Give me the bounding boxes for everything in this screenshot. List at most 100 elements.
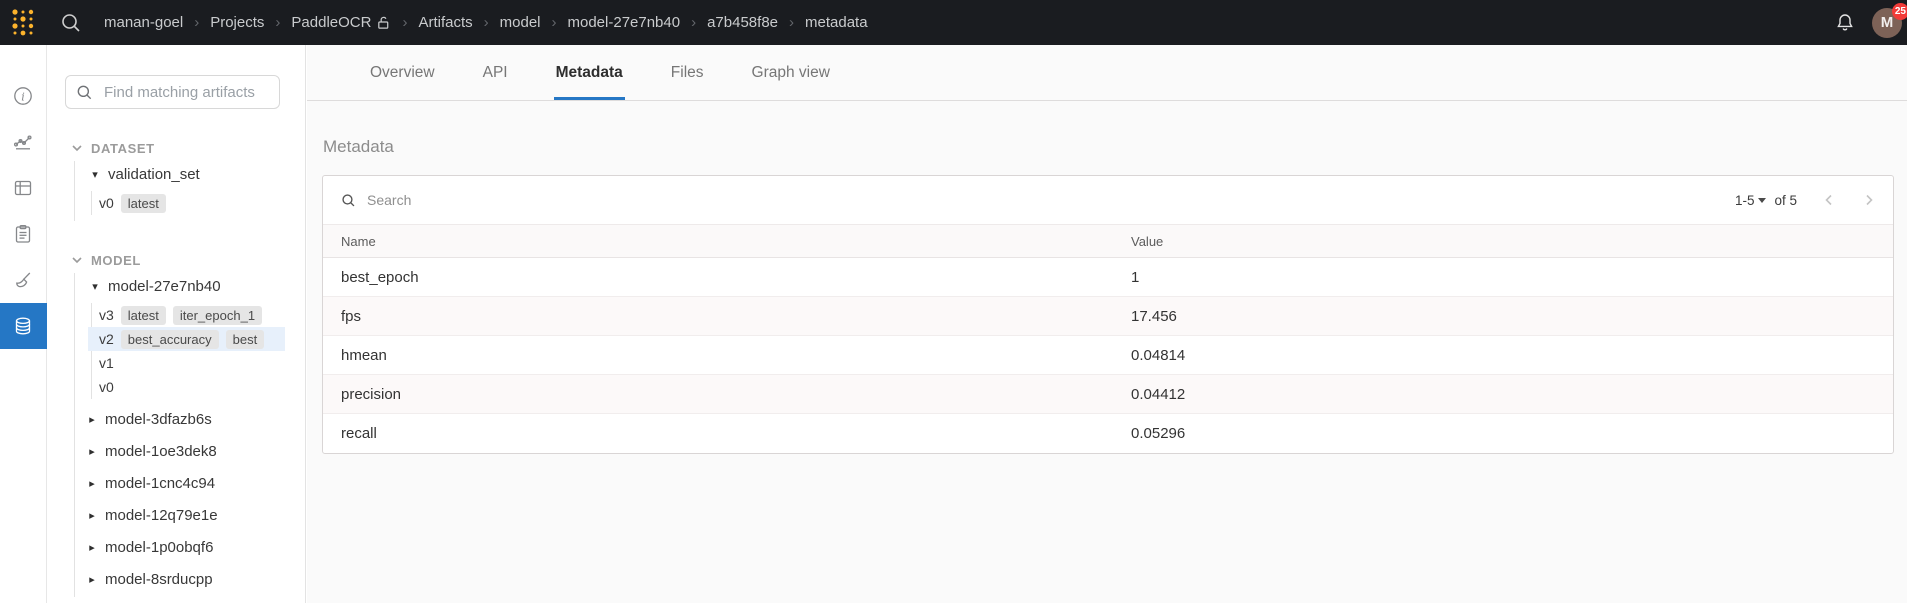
artifact-model-12q79e1e[interactable]: ▸ model-12q79e1e (75, 499, 305, 531)
cell-name: fps (341, 307, 362, 325)
version-row-v1[interactable]: v1 (92, 351, 305, 375)
breadcrumb-entity[interactable]: manan-goel (104, 14, 183, 31)
section-label: DATASET (91, 140, 155, 156)
breadcrumb-separator: › (402, 14, 408, 31)
rail-item-charts[interactable] (0, 119, 47, 165)
breadcrumb-artifact-version[interactable]: a7b458f8e (707, 14, 778, 31)
table-row: hmean 0.04814 (323, 336, 1893, 375)
wandb-logo[interactable] (10, 6, 38, 39)
artifact-label: model-12q79e1e (105, 506, 218, 524)
tab-graph-view[interactable]: Graph view (750, 45, 832, 100)
caret-down-icon (1758, 198, 1767, 207)
breadcrumb-artifacts[interactable]: Artifacts (418, 14, 472, 31)
column-header-name: Name (341, 233, 376, 249)
info-icon: i (14, 87, 32, 105)
page-total-label: of 5 (1774, 192, 1797, 208)
tab-api[interactable]: API (481, 45, 510, 100)
breadcrumb-projects[interactable]: Projects (210, 14, 264, 31)
artifact-label: model-8srducpp (105, 570, 213, 588)
search-icon (62, 13, 80, 32)
tab-metadata[interactable]: Metadata (553, 45, 625, 100)
next-page-button[interactable] (1861, 192, 1877, 208)
version-row-v2-selected[interactable]: v2 best_accuracy best (88, 327, 285, 351)
version-row-v3[interactable]: v3 latest iter_epoch_1 (92, 303, 305, 327)
bell-icon (1837, 13, 1853, 30)
tab-files[interactable]: Files (669, 45, 706, 100)
version-list: v0 latest (91, 191, 305, 215)
rail-item-notes[interactable] (0, 211, 47, 257)
rail-item-tables[interactable] (0, 165, 47, 211)
rail-item-sweeps[interactable] (0, 257, 47, 303)
breadcrumb-project[interactable]: PaddleOCR (291, 14, 391, 31)
breadcrumb-artifact-type[interactable]: model (500, 14, 541, 31)
breadcrumb-separator: › (483, 14, 489, 31)
dataset-section-body: ▾ validation_set v0 latest (74, 161, 305, 221)
artifact-model-27e7nb40[interactable]: ▾ model-27e7nb40 (75, 273, 305, 299)
caret-right-icon: ▸ (89, 541, 95, 554)
artifact-label: model-1oe3dek8 (105, 442, 217, 460)
artifact-search-input[interactable] (102, 82, 269, 102)
prev-page-button[interactable] (1821, 192, 1837, 208)
caret-down-icon: ▾ (92, 280, 98, 293)
version-id: v0 (99, 379, 114, 395)
table-icon (14, 180, 32, 196)
version-tag: latest (120, 193, 166, 213)
artifact-model-3dfazb6s[interactable]: ▸ model-3dfazb6s (75, 403, 305, 435)
table-header: Name Value (323, 225, 1893, 258)
version-row-v0[interactable]: v0 (92, 375, 305, 399)
cell-value: 17.456 (1131, 307, 1177, 325)
table-row: best_epoch 1 (323, 258, 1893, 297)
rail-item-artifacts[interactable] (0, 303, 47, 349)
version-tag: best_accuracy (120, 329, 219, 349)
line-chart-icon (13, 135, 32, 150)
page-title: Metadata (323, 137, 394, 156)
artifact-label: model-27e7nb40 (108, 277, 221, 295)
artifact-label: model-1p0obqf6 (105, 538, 214, 556)
sidebar-section-model[interactable]: MODEL (71, 251, 305, 269)
version-row-v0[interactable]: v0 latest (92, 191, 305, 215)
pagination: 1-5 of 5 (1735, 192, 1877, 208)
artifact-tree: DATASET ▾ validation_set v0 latest MODEL… (48, 139, 305, 603)
tab-overview[interactable]: Overview (368, 45, 437, 100)
cell-value: 1 (1131, 268, 1140, 286)
breadcrumb-artifact-name[interactable]: model-27e7nb40 (568, 14, 681, 31)
avatar[interactable]: M 25 (1872, 2, 1907, 38)
sidebar-section-dataset[interactable]: DATASET (71, 139, 305, 157)
breadcrumb-project-label: PaddleOCR (291, 14, 372, 31)
breadcrumb-separator: › (194, 14, 200, 31)
rail-item-info[interactable]: i (0, 73, 47, 119)
sweeps-broom-icon (16, 272, 31, 288)
artifact-model-1cnc4c94[interactable]: ▸ model-1cnc4c94 (75, 467, 305, 499)
breadcrumb-separator: › (691, 14, 697, 31)
chevron-left-icon (1825, 194, 1832, 206)
breadcrumb-separator: › (275, 14, 281, 31)
version-id: v0 (99, 195, 114, 211)
main-content: Overview API Metadata Files Graph view M… (307, 45, 1907, 603)
column-header-value: Value (1131, 233, 1164, 249)
artifacts-sidebar: DATASET ▾ validation_set v0 latest MODEL… (48, 45, 306, 603)
wandb-dots-logo-icon (12, 9, 34, 36)
table-row: recall 0.05296 (323, 414, 1893, 453)
notifications-button[interactable] (1833, 11, 1857, 35)
cell-value: 0.05296 (1131, 425, 1186, 442)
version-id: v3 (99, 307, 114, 323)
page-range-dropdown[interactable]: 1-5 (1735, 193, 1767, 208)
artifact-model-1p0obqf6[interactable]: ▸ model-1p0obqf6 (75, 531, 305, 563)
version-id: v1 (99, 355, 114, 371)
topbar-right: M 25 (1833, 2, 1907, 38)
page-range-label: 1-5 (1734, 192, 1755, 208)
artifact-model-1oe3dek8[interactable]: ▸ model-1oe3dek8 (75, 435, 305, 467)
topbar-search-button[interactable] (60, 12, 82, 34)
avatar-initial: M (1880, 14, 1894, 31)
breadcrumb-current-page[interactable]: metadata (805, 14, 868, 31)
artifact-validation-set[interactable]: ▾ validation_set (75, 161, 305, 187)
metadata-table-card: 1-5 of 5 Name Value best_epoch 1 (322, 175, 1894, 454)
cell-name: recall (341, 425, 377, 442)
caret-right-icon: ▸ (89, 477, 95, 490)
table-search-input[interactable] (365, 191, 665, 209)
notification-count-badge: 25 (1891, 2, 1907, 20)
artifact-model-8srducpp[interactable]: ▸ model-8srducpp (75, 563, 305, 595)
cell-value: 0.04814 (1131, 346, 1186, 364)
artifact-search-box (65, 75, 280, 109)
cell-name: hmean (341, 346, 387, 364)
